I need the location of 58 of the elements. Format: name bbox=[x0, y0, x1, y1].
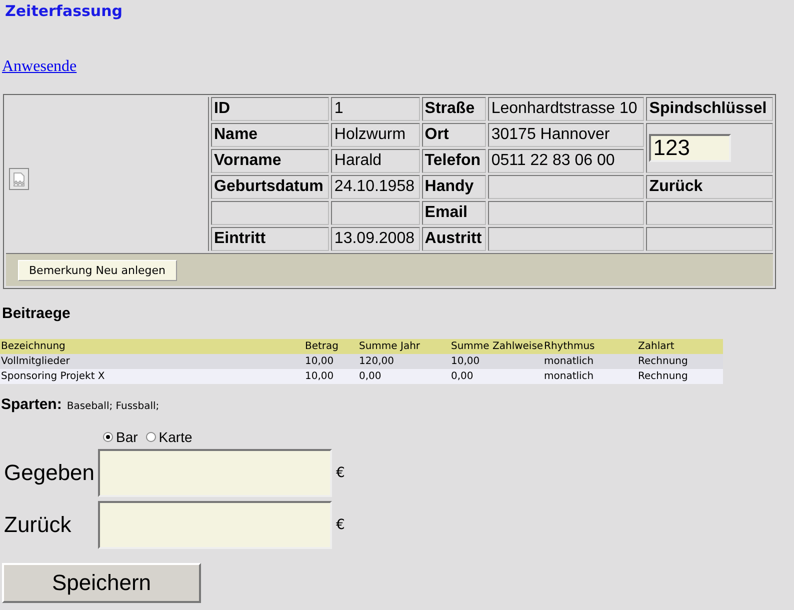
table-cell: 0,00 bbox=[450, 369, 543, 384]
currency-label: € bbox=[336, 465, 345, 481]
anwesende-link[interactable]: Anwesende bbox=[2, 58, 77, 76]
field-label: Eintritt bbox=[211, 227, 330, 251]
field-label: Spindschlüssel bbox=[646, 97, 773, 121]
field-label: Straße bbox=[422, 97, 486, 121]
field-label: Austritt bbox=[422, 227, 486, 251]
radio-icon[interactable] bbox=[146, 432, 156, 442]
field-value: 13.09.2008 bbox=[331, 227, 420, 251]
amount-label: Zurück bbox=[4, 512, 72, 538]
table-cell: 10,00 bbox=[450, 354, 543, 369]
table-cell: Sponsoring Projekt X bbox=[0, 369, 304, 384]
field-label: Vorname bbox=[211, 149, 330, 173]
field-label: Name bbox=[211, 123, 330, 147]
field-value: 0511 22 83 06 00 bbox=[488, 149, 644, 173]
field-value: 1 bbox=[331, 97, 420, 121]
column-header: Summe Jahr bbox=[358, 339, 450, 354]
column-header: Betrag bbox=[304, 339, 358, 354]
payment-radio[interactable]: Karte bbox=[146, 429, 192, 445]
field-value: Leonhardtstrasse 10 bbox=[488, 97, 644, 121]
amount-label: Gegeben bbox=[4, 460, 96, 486]
table-cell: monatlich bbox=[543, 354, 637, 369]
table-cell: 120,00 bbox=[358, 354, 450, 369]
column-header: Zahlart bbox=[637, 339, 723, 354]
new-note-button[interactable]: Bemerkung Neu anlegen bbox=[18, 260, 176, 280]
table-cell: 10,00 bbox=[304, 369, 358, 384]
field-label: Telefon bbox=[422, 149, 486, 173]
field-label: Email bbox=[422, 201, 486, 225]
field-label: Ort bbox=[422, 123, 486, 147]
field-value: 30175 Hannover bbox=[488, 123, 644, 147]
page-title: Zeiterfassung bbox=[5, 2, 123, 20]
field-value: 24.10.1958 bbox=[331, 175, 420, 199]
amount-field[interactable] bbox=[98, 449, 332, 497]
field-label: Zurück bbox=[646, 175, 773, 199]
sparten-label: Sparten: bbox=[1, 396, 62, 413]
save-button[interactable]: Speichern bbox=[2, 563, 201, 603]
field-value: Harald bbox=[331, 149, 420, 173]
broken-image-icon bbox=[9, 168, 29, 190]
field-value: Holzwurm bbox=[331, 123, 420, 147]
column-header: Bezeichnung bbox=[0, 339, 304, 354]
locker-key-field[interactable]: 123 bbox=[649, 134, 732, 162]
table-cell: Rechnung bbox=[637, 369, 723, 384]
table-cell: 10,00 bbox=[304, 354, 358, 369]
table-cell: 0,00 bbox=[358, 369, 450, 384]
column-header: Summe Zahlweise bbox=[450, 339, 543, 354]
sparten-value: Baseball; Fussball; bbox=[66, 401, 160, 412]
table-cell: Rechnung bbox=[637, 354, 723, 369]
column-header: Rhythmus bbox=[543, 339, 637, 354]
field-label: Geburtsdatum bbox=[211, 175, 330, 199]
amount-field[interactable] bbox=[98, 501, 332, 549]
currency-label: € bbox=[336, 517, 345, 533]
table-cell: monatlich bbox=[543, 369, 637, 384]
section-heading: Beitraege bbox=[2, 305, 70, 322]
field-label: Handy bbox=[422, 175, 486, 199]
field-label: ID bbox=[211, 97, 330, 121]
table-cell: Vollmitglieder bbox=[0, 354, 304, 369]
payment-radio[interactable]: Bar bbox=[103, 429, 138, 445]
radio-icon[interactable] bbox=[103, 432, 113, 442]
